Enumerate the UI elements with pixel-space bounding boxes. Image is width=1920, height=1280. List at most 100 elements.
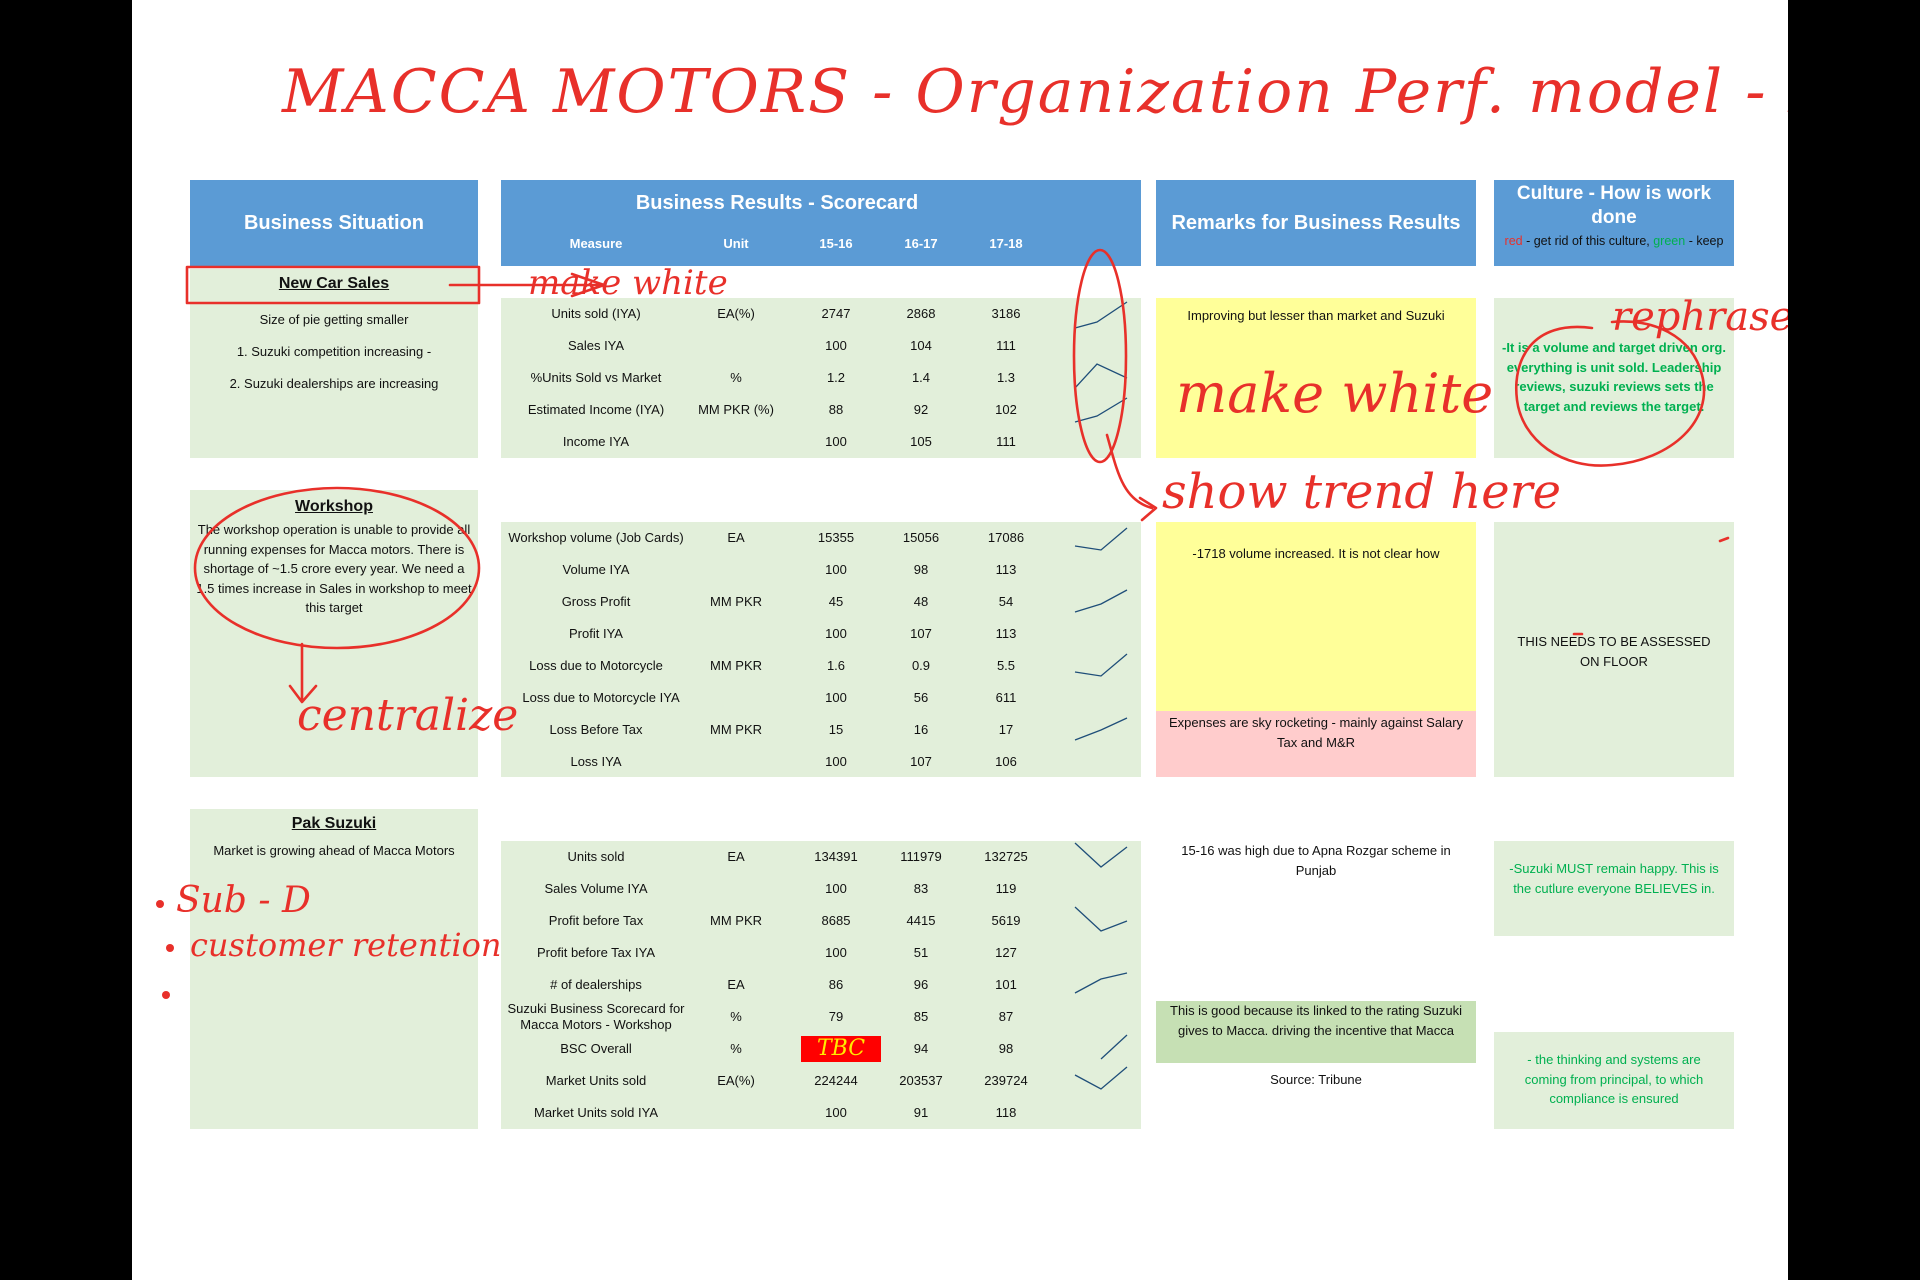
cell-measure: Units sold (IYA) (551, 306, 641, 321)
cell-unit: EA(%) (717, 1073, 755, 1088)
cell-value: 105 (910, 434, 932, 449)
cell-value: 87 (998, 1009, 1014, 1024)
document-page: MACCA MOTORS - Organization Perf. model … (132, 0, 1788, 1280)
cell-value: 51 (913, 945, 929, 960)
cell-value: 8685 (821, 913, 851, 928)
cell-value: 111979 (900, 849, 942, 864)
section-title: New Car Sales (278, 275, 390, 292)
cell-value: 17 (998, 722, 1014, 737)
cell-measure: Units sold (567, 849, 625, 864)
cell-measure: Profit IYA (569, 626, 623, 641)
cell-value: 119 (995, 881, 1017, 896)
cell-value: 2868 (906, 306, 936, 321)
table-row: Units sold (IYA) EA(%) 2747 2868 3186 (501, 298, 1141, 330)
cell-measure: Workshop volume (Job Cards) (508, 530, 684, 545)
table-row: Profit IYA 100 107 113 (501, 618, 1141, 650)
cell-measure: BSC Overall (560, 1041, 632, 1056)
cell-unit: EA(%) (717, 306, 755, 321)
table-row: # of dealerships EA 86 96 101 (501, 969, 1141, 1001)
situation-note: The workshop operation is unable to prov… (196, 522, 472, 615)
cell-measure: Market Units sold (545, 1073, 647, 1088)
table-row: Estimated Income (IYA) MM PKR (%) 88 92 … (501, 394, 1141, 426)
cell-measure: Income IYA (562, 434, 630, 449)
cell-measure: Loss due to Motorcycle (529, 658, 663, 673)
cell-value: 1.4 (911, 370, 931, 385)
header-scorecard-label: Business Results - Scorecard (635, 192, 919, 214)
table-row: Volume IYA 100 98 113 (501, 554, 1141, 586)
cell-measure: Loss IYA (570, 754, 622, 769)
cell-unit: MM PKR (710, 658, 762, 673)
cell-value: 107 (910, 626, 932, 641)
cell-value: 100 (825, 754, 847, 769)
cell-value: 91 (913, 1105, 929, 1120)
cell-value: 56 (913, 690, 929, 705)
sparklines (1074, 301, 1128, 423)
workshop-situation: Workshop The workshop operation is unabl… (190, 490, 478, 777)
cell-value: 16 (913, 722, 929, 737)
cell-value: 611 (995, 690, 1017, 705)
workshop-table: Workshop volume (Job Cards) EA 15355 150… (501, 522, 1141, 777)
legend-mid: - get rid of this culture, (1522, 233, 1654, 248)
header-culture-label: Culture - How is work done (1516, 183, 1712, 228)
cell-measure: Sales IYA (567, 338, 625, 353)
cell-value: 45 (828, 594, 844, 609)
cell-value: 92 (913, 402, 929, 417)
cell-value: 100 (825, 434, 847, 449)
cell-value: 94 (913, 1041, 929, 1056)
cell-measure: Loss Before Tax (549, 722, 643, 737)
cell-unit: EA (727, 849, 745, 864)
pak-suzuki-situation: Pak Suzuki Market is growing ahead of Ma… (190, 809, 478, 1129)
cell-value: 98 (913, 562, 929, 577)
cell-value: 101 (995, 977, 1017, 992)
culture-legend: red - get rid of this culture, green - k… (1494, 230, 1734, 253)
table-row: %Units Sold vs Market % 1.2 1.4 1.3 (501, 362, 1141, 394)
cell-value: 100 (825, 945, 847, 960)
cell-value: 15056 (902, 530, 940, 545)
cell-unit: % (730, 1009, 742, 1024)
situation-note: Size of pie getting smaller (259, 312, 409, 327)
pak-suzuki-remark: 15-16 was high due to Apna Rozgar scheme… (1156, 841, 1476, 901)
situation-note: 2. Suzuki dealerships are increasing (229, 376, 439, 391)
cell-measure: # of dealerships (550, 977, 642, 992)
cell-value: 107 (910, 754, 932, 769)
table-row: Loss Before Tax MM PKR 15 16 17 (501, 714, 1141, 746)
sparkline (1074, 906, 1128, 932)
cell-value: 111 (996, 434, 1016, 449)
cell-value: 127 (995, 945, 1017, 960)
cell-value: 79 (828, 1009, 844, 1024)
cell-measure: Suzuki Business Scorecard for Macca Moto… (507, 1001, 685, 1032)
cell-value: 4415 (906, 913, 936, 928)
sparkline (1074, 363, 1128, 389)
cell-value: 96 (913, 977, 929, 992)
remark-text: -1718 volume increased. It is not clear … (1192, 546, 1440, 561)
cell-value: 1.6 (826, 658, 846, 673)
cell-value: 2747 (821, 306, 851, 321)
table-row: Workshop volume (Job Cards) EA 15355 150… (501, 522, 1141, 554)
sparkline (1074, 1066, 1128, 1090)
cell-value: 98 (998, 1041, 1014, 1056)
situation-note: Market is growing ahead of Macca Motors (213, 843, 455, 858)
cell-unit: MM PKR (710, 594, 762, 609)
sparkline (1074, 397, 1128, 423)
cell-value: 83 (913, 881, 929, 896)
cell-value: 5.5 (996, 658, 1016, 673)
cell-measure: %Units Sold vs Market (530, 370, 662, 385)
cell-value: 111 (996, 338, 1016, 353)
cell-unit: % (730, 370, 742, 385)
source-text: Source: Tribune (1270, 1072, 1362, 1087)
cell-value: 5619 (991, 913, 1021, 928)
cell-value: 203537 (899, 1073, 943, 1088)
handwritten-title: MACCA MOTORS - Organization Perf. model … (281, 57, 1788, 127)
table-row: Units sold EA 134391 111979 132725 (501, 841, 1141, 873)
table-row: Income IYA 100 105 111 (501, 426, 1141, 458)
sparkline (1074, 972, 1128, 994)
cell-unit: MM PKR (710, 722, 762, 737)
remark-text: Improving but lesser than market and Suz… (1187, 308, 1445, 323)
new-car-sales-situation: New Car Sales Size of pie getting smalle… (190, 269, 478, 458)
cell-unit: MM PKR (710, 913, 762, 928)
sparklines (1074, 842, 1128, 1090)
header-remarks-label: Remarks for Business Results (1171, 212, 1461, 234)
pak-suzuki-table: Units sold EA 134391 111979 132725 Sales… (501, 841, 1141, 1129)
table-row: Suzuki Business Scorecard for Macca Moto… (501, 1001, 1141, 1033)
legend-green: green (1653, 233, 1686, 248)
